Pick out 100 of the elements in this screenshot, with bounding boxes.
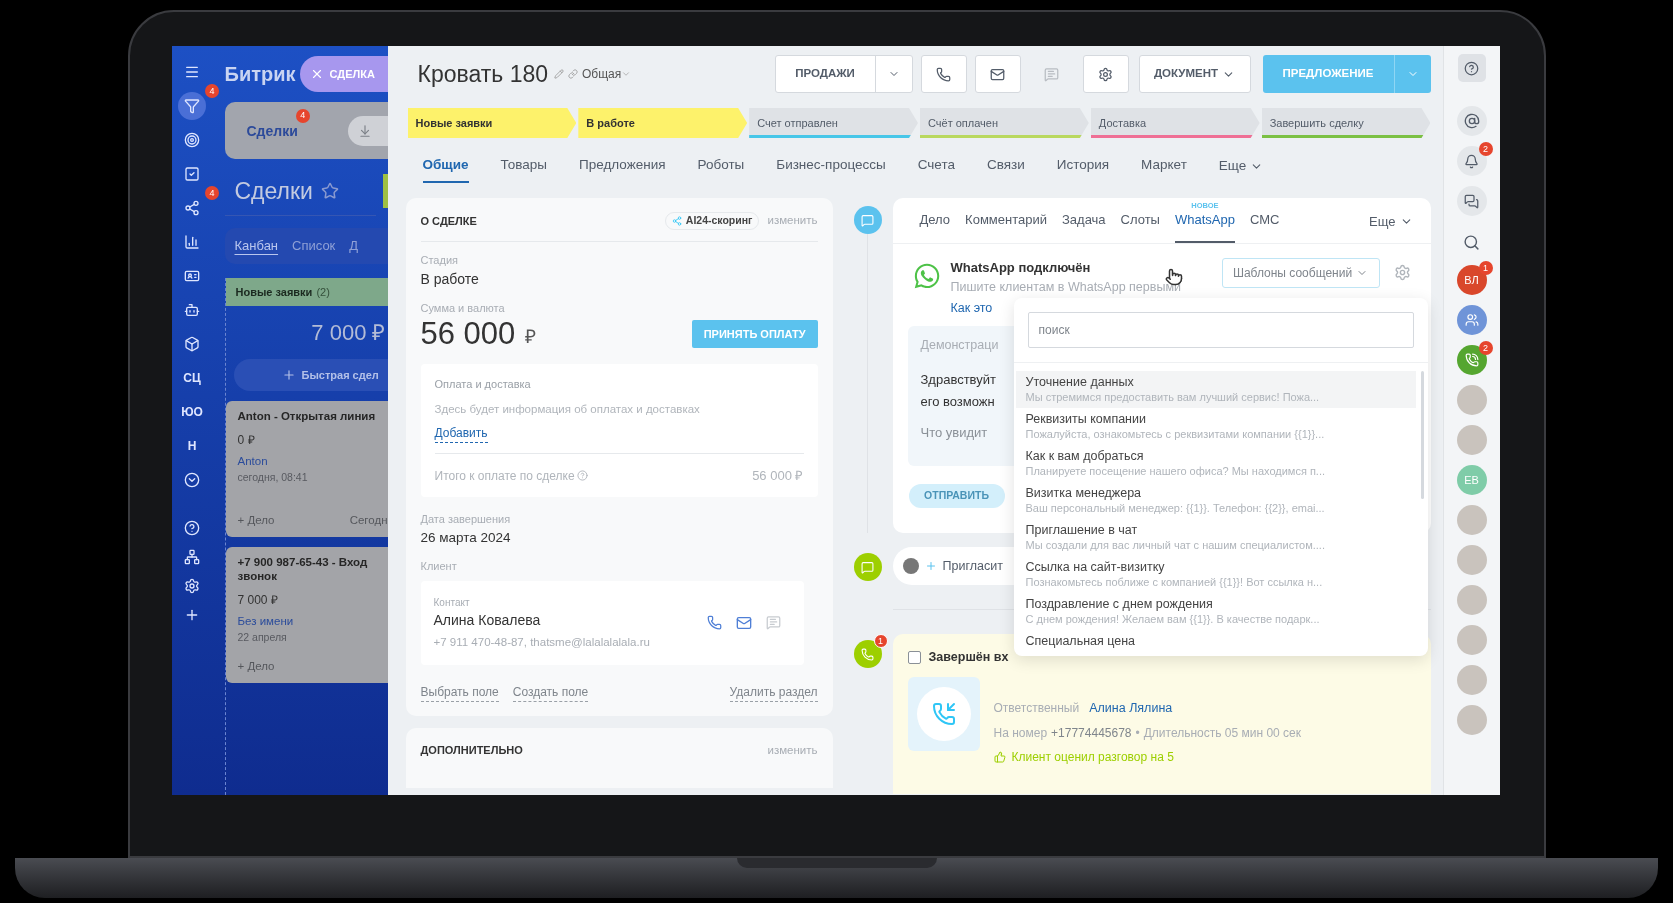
hand-cursor-icon: [1164, 268, 1183, 286]
field-link[interactable]: Создать поле: [512, 682, 589, 702]
activity-tab[interactable]: СМС: [1249, 209, 1280, 243]
activity-tab[interactable]: Слоты: [1120, 209, 1160, 243]
mail-icon[interactable]: [735, 614, 752, 631]
rail-label[interactable]: Н: [187, 437, 197, 455]
template-item[interactable]: Поздравление с днем рождения С днем рождения! Желаем вам {{1}}. В качестве подарк...: [1015, 593, 1416, 630]
activity-tab[interactable]: Дело: [919, 209, 951, 243]
rail-label[interactable]: СЦ: [183, 369, 201, 387]
star-icon[interactable]: [320, 182, 339, 200]
view-tab[interactable]: Канбан: [234, 236, 279, 256]
add-link[interactable]: Добавить: [434, 423, 488, 443]
rail-item[interactable]: Н: [178, 432, 206, 460]
at-sign-icon: [1463, 113, 1480, 129]
deal-card[interactable]: +7 900 987-65-43 - Вход звонок 7 000 ₽ Без имени 22 апреля + Дело: [225, 547, 388, 683]
thumbs-up-icon: [993, 750, 1006, 763]
activity-tab[interactable]: WhatsApp: [1174, 209, 1235, 243]
box-title: Оплата и доставка: [434, 377, 532, 392]
stage-step[interactable]: Доставка: [1090, 108, 1260, 138]
settings-button[interactable]: [1082, 55, 1129, 93]
create-button[interactable]: [382, 174, 388, 208]
box-text: Здесь будет информация об оплатах и доставках: [434, 401, 701, 417]
view-tab[interactable]: Список: [292, 236, 336, 256]
more-tabs-button[interactable]: Еще: [1218, 155, 1264, 177]
count-badge: 2: [1478, 142, 1493, 156]
rail-item[interactable]: СЦ: [178, 364, 206, 392]
section-tab[interactable]: Общие: [422, 148, 469, 184]
activity-tab[interactable]: Задача: [1061, 209, 1106, 243]
quick-add-button[interactable]: Быстрая сдел: [233, 359, 388, 391]
filter-icon[interactable]: [184, 98, 200, 114]
rail-label[interactable]: ЮО: [181, 403, 203, 421]
category-dropdown[interactable]: Общая: [582, 65, 632, 83]
section-tab[interactable]: Предложения: [579, 148, 666, 184]
template-item[interactable]: Как к вам добраться Планируете посещение нашего офиса? Мы находимся п...: [1015, 445, 1416, 482]
network-icon[interactable]: [184, 549, 200, 565]
template-item[interactable]: Реквизиты компании Пожалуйста, ознакомьтесь с реквизитами компании {{1}}...: [1015, 408, 1416, 445]
template-item[interactable]: Визитка менеджера Ваш персональный менеджер: {{1}}. Телефон: {{2}}, emai...: [1015, 482, 1416, 519]
section-tab[interactable]: Бизнес-процессы: [776, 148, 886, 184]
sales-button[interactable]: ПРОДАЖИ: [774, 55, 913, 93]
section-tab[interactable]: Роботы: [697, 148, 745, 184]
field-link[interactable]: Выбрать поле: [420, 682, 499, 702]
stage-step[interactable]: Счёт оплачен: [920, 108, 1089, 138]
search-field[interactable]: поиск: [1027, 312, 1414, 348]
section-tab[interactable]: Связи: [986, 148, 1025, 184]
delete-section-link[interactable]: Удалить раздел: [729, 682, 818, 702]
document-button[interactable]: ДОКУМЕНТ: [1138, 55, 1251, 93]
stage-step[interactable]: Завершить сделку: [1261, 108, 1431, 138]
assistant-button[interactable]: [1456, 106, 1487, 136]
count-badge: 1: [873, 634, 888, 648]
incoming-call-icon: [931, 701, 956, 726]
column-total: 7 000 ₽: [310, 319, 387, 347]
help-button[interactable]: [1457, 54, 1486, 82]
id-card-icon[interactable]: [184, 268, 200, 284]
menu-icon[interactable]: [184, 64, 200, 80]
chevron-down-icon[interactable]: [184, 472, 200, 488]
activity-tab[interactable]: Комментарий: [965, 209, 1047, 243]
chats-button[interactable]: [1456, 186, 1487, 216]
scrollbar[interactable]: [1420, 371, 1424, 499]
templates-button[interactable]: Шаблоны сообщений: [1221, 258, 1380, 288]
checkbox-icon[interactable]: [184, 166, 200, 182]
template-item[interactable]: Уточнение данных Мы стремимся предоставить вам лучший сервис! Пожа...: [1015, 371, 1416, 408]
icon-button[interactable]: [974, 55, 1021, 93]
section-tab[interactable]: Маркет: [1141, 148, 1187, 184]
phone-icon: [936, 66, 951, 82]
plus-icon: [924, 560, 937, 572]
demo-hint: Что увидит: [920, 423, 988, 442]
search-icon[interactable]: [1463, 234, 1480, 251]
cube-icon[interactable]: [184, 336, 200, 352]
icon-button[interactable]: [920, 55, 967, 93]
card-title: Anton - Открытая линия: [237, 409, 377, 423]
deal-card[interactable]: Anton - Открытая линия 0 ₽ Anton сегодня, 08:41 + Дело Сегодн: [225, 401, 388, 537]
phone-icon[interactable]: [706, 615, 722, 631]
section-heading: ДОПОЛНИТЕЛЬНО: [420, 742, 523, 758]
chat-icon: [1044, 66, 1059, 82]
nodes-icon[interactable]: [184, 200, 200, 216]
bar-chart-icon[interactable]: [184, 234, 200, 250]
target-icon[interactable]: [184, 132, 200, 148]
nodes-icon: [671, 216, 682, 226]
responsible-name[interactable]: Алина Лялина: [1089, 698, 1173, 718]
done-checkbox[interactable]: [907, 650, 921, 664]
section-tab[interactable]: История: [1056, 148, 1110, 184]
robot-icon[interactable]: [184, 302, 200, 318]
stage-step[interactable]: Счет отправлен: [749, 108, 918, 138]
rail-item[interactable]: [178, 92, 206, 120]
stage-step[interactable]: Новые заявки: [407, 108, 577, 138]
demo-heading: Демонстраци: [920, 337, 999, 354]
card-deadline: Сегодн: [349, 512, 388, 528]
call-avatar[interactable]: [1456, 345, 1487, 375]
mail-icon: [990, 66, 1005, 82]
rail-item[interactable]: ЮО: [178, 398, 206, 426]
stage-step[interactable]: В работе: [578, 108, 748, 138]
notifications-button[interactable]: [1456, 146, 1487, 176]
section-tab[interactable]: Товары: [500, 148, 547, 184]
contact-name[interactable]: Алина Ковалева: [433, 609, 650, 631]
template-item[interactable]: Специальная цена: [1015, 630, 1416, 652]
deals-tab[interactable]: Сделки: [246, 122, 298, 139]
group-chat-avatar[interactable]: [1456, 305, 1487, 335]
section-tab[interactable]: Счета: [917, 148, 955, 184]
plus-icon[interactable]: [184, 607, 200, 623]
more-button[interactable]: Еще: [1369, 211, 1413, 243]
